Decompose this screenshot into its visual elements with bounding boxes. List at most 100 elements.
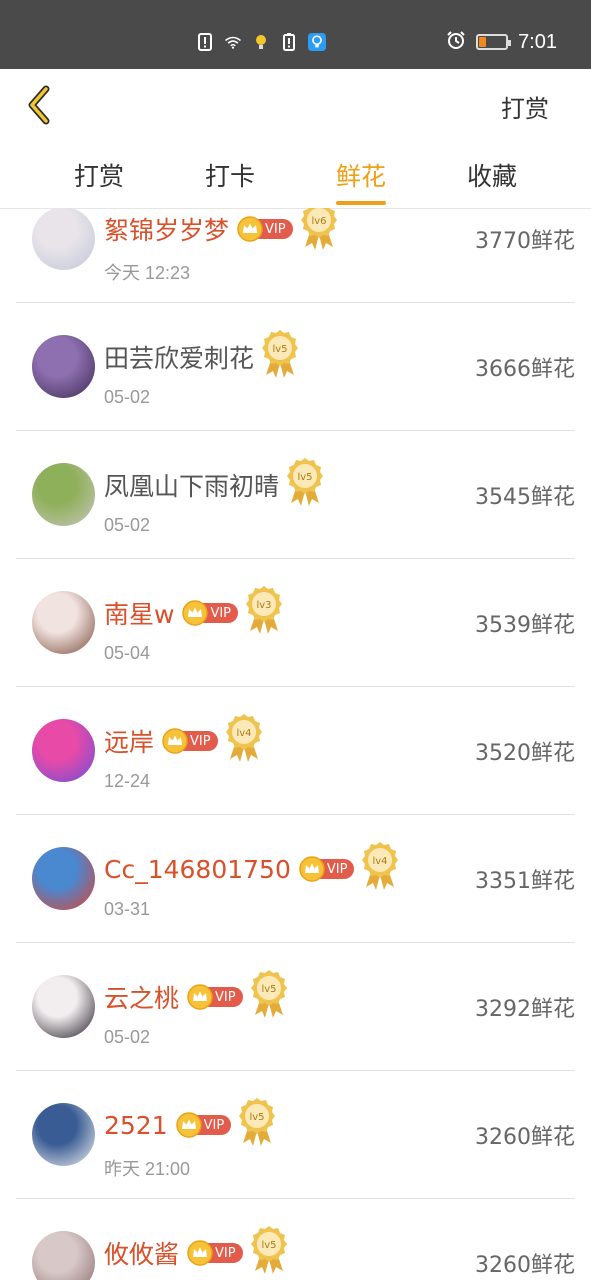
avatar[interactable] [32,719,95,782]
battery-alert-icon [280,32,298,52]
user-name: 2521 [104,1110,168,1140]
date-text: 05-04 [104,643,151,663]
svg-text:lv5: lv5 [272,344,287,355]
tab-favorites[interactable]: 收藏 [467,157,517,193]
crown-icon [175,1112,202,1138]
alarm-icon [446,30,466,54]
list-item[interactable]: Cc_146801750 VIP lv4 03-31 3351鲜花 [16,815,575,943]
list-item[interactable]: 远岸 VIP lv4 12-24 3520鲜花 [16,687,575,815]
vip-label: VIP [265,221,286,237]
avatar[interactable] [32,463,95,526]
user-name: 云之桃 [104,984,180,1013]
flower-amount: 3539鲜花 [475,613,575,638]
flower-ranking-list[interactable]: 絮锦岁岁梦 VIP lv6 今天 12:23 3770鲜花 田芸欣爱刺花 lv5… [0,208,591,1280]
avatar[interactable] [32,1231,95,1280]
date-text: 昨天 21:00 [104,1159,191,1179]
vip-badge: VIP [187,984,243,1010]
date-text: 03-31 [104,899,151,919]
date-text: 12-24 [104,771,151,791]
flower-amount: 3520鲜花 [475,741,575,766]
level-medal-icon: lv3 [246,585,283,635]
vip-label: VIP [210,605,232,621]
list-item[interactable]: 田芸欣爱刺花 lv5 05-02 3666鲜花 [16,303,575,431]
chevron-left-icon [28,85,50,125]
crown-icon [187,1240,213,1266]
avatar[interactable] [32,335,95,398]
date-text: 05-02 [104,1027,151,1047]
avatar[interactable] [32,208,95,270]
vip-badge: VIP [162,728,218,754]
tab-checkin[interactable]: 打卡 [205,157,255,193]
level-medal-icon: lv5 [250,1225,287,1275]
back-button[interactable] [20,83,60,127]
crown-icon [237,216,263,242]
status-icons [196,32,326,52]
user-name: 田芸欣爱刺花 [104,344,255,373]
vip-badge: VIP [182,600,239,626]
flower-amount: 3545鲜花 [475,485,575,510]
level-medal-icon: lv5 [250,969,287,1019]
level-medal-icon: lv4 [362,841,399,891]
list-item[interactable]: 凤凰山下雨初晴 lv5 05-02 3545鲜花 [16,431,575,559]
vip-badge: VIP [237,216,293,242]
flower-amount: 3666鲜花 [475,357,575,382]
crown-icon [299,856,325,882]
list-item[interactable]: 2521 VIP lv5 昨天 21:00 3260鲜花 [16,1071,575,1199]
tab-bar: 打赏 打卡 鲜花 收藏 [0,149,591,205]
wifi-icon [224,32,242,52]
vip-label: VIP [190,733,211,749]
crown-icon [187,984,213,1010]
level-medal-icon: lv5 [262,329,299,379]
svg-text:lv4: lv4 [373,856,388,867]
flower-amount: 3292鲜花 [475,997,575,1022]
crown-icon [182,600,209,626]
user-name: Cc_146801750 [104,854,291,884]
level-medal-icon: lv5 [239,1097,276,1147]
level-medal-icon: lv5 [287,457,324,507]
app-notification-icon [308,32,326,52]
flower-amount: 3260鲜花 [475,1253,575,1278]
flower-amount: 3351鲜花 [475,869,575,894]
user-name: 远岸 [104,728,155,757]
user-name: 攸攸酱 [104,1240,180,1269]
vip-label: VIP [215,989,236,1005]
crown-icon [162,728,188,754]
date-text: 今天 12:23 [104,263,191,283]
svg-text:lv5: lv5 [250,1112,265,1123]
avatar[interactable] [32,847,95,910]
list-item[interactable]: 絮锦岁岁梦 VIP lv6 今天 12:23 3770鲜花 [16,208,575,303]
bulb-icon [252,32,270,52]
date-text: 05-02 [104,515,151,535]
vip-label: VIP [203,1117,225,1133]
tab-reward[interactable]: 打赏 [74,157,124,193]
avatar[interactable] [32,975,95,1038]
level-medal-icon: lv6 [300,208,337,251]
svg-text:lv4: lv4 [236,728,251,739]
tab-flowers[interactable]: 鲜花 [335,157,387,205]
svg-text:lv6: lv6 [311,216,326,227]
avatar[interactable] [32,1103,95,1166]
svg-text:lv5: lv5 [297,472,312,483]
flower-amount: 3260鲜花 [475,1125,575,1150]
status-bar: 7:01 [0,0,591,69]
flower-amount: 3770鲜花 [475,229,575,254]
sim-alert-icon [196,32,214,52]
level-medal-icon: lv4 [225,713,262,763]
reward-action-button[interactable]: 打赏 [501,89,549,124]
list-item[interactable]: 攸攸酱 VIP lv5 3260鲜花 [16,1199,575,1280]
battery-icon [476,34,512,50]
user-name: 絮锦岁岁梦 [104,216,230,245]
user-name: 南星w [104,600,175,629]
vip-badge: VIP [175,1112,232,1138]
list-item[interactable]: 云之桃 VIP lv5 05-02 3292鲜花 [16,943,575,1071]
vip-badge: VIP [187,1240,243,1266]
avatar[interactable] [32,591,95,654]
header: 打赏 打赏 打卡 鲜花 收藏 [0,69,591,209]
list-item[interactable]: 南星w VIP lv3 05-04 3539鲜花 [16,559,575,687]
svg-text:lv3: lv3 [257,600,272,611]
vip-label: VIP [215,1245,236,1261]
user-name: 凤凰山下雨初晴 [104,472,280,501]
vip-badge: VIP [299,856,355,882]
svg-text:lv5: lv5 [261,1240,276,1251]
date-text: 05-02 [104,387,151,407]
